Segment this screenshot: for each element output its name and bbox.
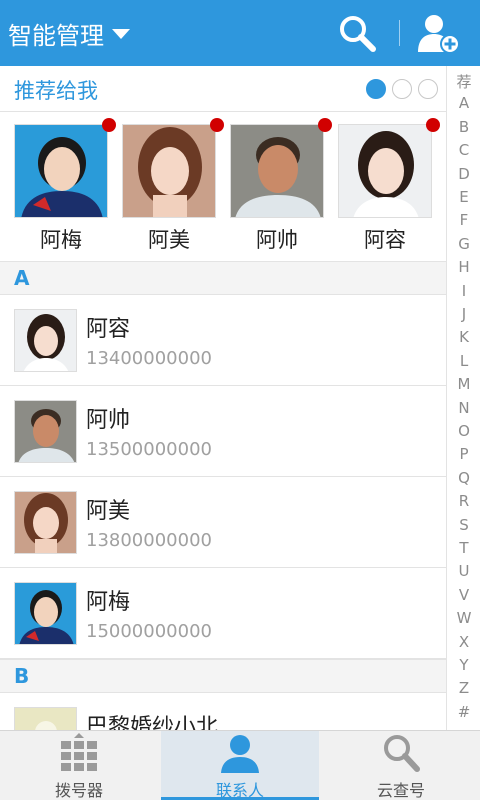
alphabet-index[interactable]: 荐 A B C D E F G H I J K L M N O P Q R S T U V W X Y Z # bbox=[446, 66, 480, 730]
alphabet-index-item[interactable]: J bbox=[447, 305, 480, 323]
recommend-card[interactable]: 阿美 bbox=[122, 118, 224, 254]
alphabet-index-item[interactable]: D bbox=[447, 165, 480, 183]
page-dot[interactable] bbox=[392, 79, 412, 99]
avatar bbox=[338, 124, 432, 218]
recommend-title: 推荐给我 bbox=[14, 79, 98, 103]
recommend-name: 阿容 bbox=[364, 228, 406, 252]
contact-list[interactable]: A 阿容 13400000000 阿帅 13500000000 阿美 13800… bbox=[0, 261, 446, 784]
chevron-down-icon bbox=[112, 29, 130, 39]
tab-label: 拨号器 bbox=[54, 781, 103, 800]
avatar bbox=[14, 400, 77, 463]
tab-dialer[interactable]: 拨号器 bbox=[0, 731, 158, 800]
alphabet-index-item[interactable]: B bbox=[447, 118, 480, 136]
tab-cloud-lookup[interactable]: 云查号 bbox=[322, 731, 480, 800]
avatar bbox=[14, 491, 77, 554]
avatar bbox=[14, 582, 77, 645]
contact-phone: 13400000000 bbox=[86, 348, 212, 369]
recommend-name: 阿美 bbox=[148, 228, 190, 252]
contact-phone: 15000000000 bbox=[86, 621, 212, 642]
bottom-tab-bar: 拨号器 联系人 云查号 bbox=[0, 730, 480, 800]
contact-name: 阿容 bbox=[86, 317, 131, 342]
new-badge bbox=[210, 118, 224, 132]
page-dot[interactable] bbox=[366, 79, 386, 99]
search-button[interactable] bbox=[336, 12, 380, 54]
new-badge bbox=[318, 118, 332, 132]
avatar bbox=[122, 124, 216, 218]
recommend-carousel: 阿梅 阿美 阿帅 阿容 bbox=[0, 113, 446, 261]
new-badge bbox=[102, 118, 116, 132]
contact-icon bbox=[221, 735, 259, 773]
alphabet-index-item[interactable]: 荐 bbox=[447, 71, 480, 92]
contact-name: 阿帅 bbox=[86, 408, 131, 433]
alphabet-index-item[interactable]: F bbox=[447, 211, 480, 229]
recommend-card[interactable]: 阿梅 bbox=[14, 118, 116, 254]
page-title: 智能管理 bbox=[8, 21, 104, 50]
alphabet-index-item[interactable]: Z bbox=[447, 679, 480, 697]
alphabet-index-item[interactable]: H bbox=[447, 258, 480, 276]
alphabet-index-item[interactable]: T bbox=[447, 539, 480, 557]
contacts-screen: 智能管理 推荐给我 阿梅 阿美 阿帅 阿容 A 阿容 13400000000 阿… bbox=[0, 0, 480, 800]
add-user-icon bbox=[418, 15, 460, 54]
page-indicator bbox=[366, 79, 438, 99]
recommend-name: 阿帅 bbox=[256, 228, 298, 252]
search-icon bbox=[340, 16, 376, 52]
avatar bbox=[14, 124, 108, 218]
contact-phone: 13500000000 bbox=[86, 439, 212, 460]
alphabet-index-item[interactable]: A bbox=[447, 94, 480, 112]
alphabet-index-item[interactable]: Y bbox=[447, 656, 480, 674]
contact-row[interactable]: 阿梅 15000000000 bbox=[0, 568, 446, 659]
recommend-header: 推荐给我 bbox=[0, 66, 446, 112]
recommend-card[interactable]: 阿帅 bbox=[230, 118, 332, 254]
alphabet-index-item[interactable]: W bbox=[447, 609, 480, 627]
contact-row[interactable]: 阿帅 13500000000 bbox=[0, 386, 446, 477]
recommend-card[interactable]: 阿容 bbox=[338, 118, 440, 254]
header-divider bbox=[399, 20, 400, 46]
contact-row[interactable]: 阿美 13800000000 bbox=[0, 477, 446, 568]
title-dropdown[interactable]: 智能管理 bbox=[8, 0, 130, 66]
alphabet-index-item[interactable]: X bbox=[447, 633, 480, 651]
add-contact-button[interactable] bbox=[416, 12, 462, 56]
dialpad-icon bbox=[61, 733, 97, 771]
alphabet-index-item[interactable]: L bbox=[447, 352, 480, 370]
alphabet-index-item[interactable]: Q bbox=[447, 469, 480, 487]
alphabet-index-item[interactable]: # bbox=[447, 703, 480, 721]
tab-label: 云查号 bbox=[376, 781, 425, 800]
alphabet-index-item[interactable]: E bbox=[447, 188, 480, 206]
alphabet-index-item[interactable]: U bbox=[447, 562, 480, 580]
app-header: 智能管理 bbox=[0, 0, 480, 66]
alphabet-index-item[interactable]: P bbox=[447, 445, 480, 463]
tab-contacts[interactable]: 联系人 bbox=[161, 731, 319, 800]
recommend-name: 阿梅 bbox=[40, 228, 82, 252]
alphabet-index-item[interactable]: G bbox=[447, 235, 480, 253]
alphabet-index-item[interactable]: R bbox=[447, 492, 480, 510]
section-header-b: B bbox=[0, 659, 446, 693]
section-header-a: A bbox=[0, 261, 446, 295]
avatar bbox=[230, 124, 324, 218]
contact-phone: 13800000000 bbox=[86, 530, 212, 551]
contact-row[interactable]: 阿容 13400000000 bbox=[0, 295, 446, 386]
alphabet-index-item[interactable]: K bbox=[447, 328, 480, 346]
page-dot[interactable] bbox=[418, 79, 438, 99]
alphabet-index-item[interactable]: S bbox=[447, 516, 480, 534]
alphabet-index-item[interactable]: O bbox=[447, 422, 480, 440]
alphabet-index-item[interactable]: N bbox=[447, 399, 480, 417]
search-icon bbox=[384, 735, 420, 772]
alphabet-index-item[interactable]: I bbox=[447, 282, 480, 300]
alphabet-index-item[interactable]: C bbox=[447, 141, 480, 159]
contact-name: 阿美 bbox=[86, 499, 131, 524]
avatar bbox=[14, 309, 77, 372]
contact-name: 阿梅 bbox=[86, 590, 131, 615]
alphabet-index-item[interactable]: V bbox=[447, 586, 480, 604]
alphabet-index-item[interactable]: M bbox=[447, 375, 480, 393]
new-badge bbox=[426, 118, 440, 132]
